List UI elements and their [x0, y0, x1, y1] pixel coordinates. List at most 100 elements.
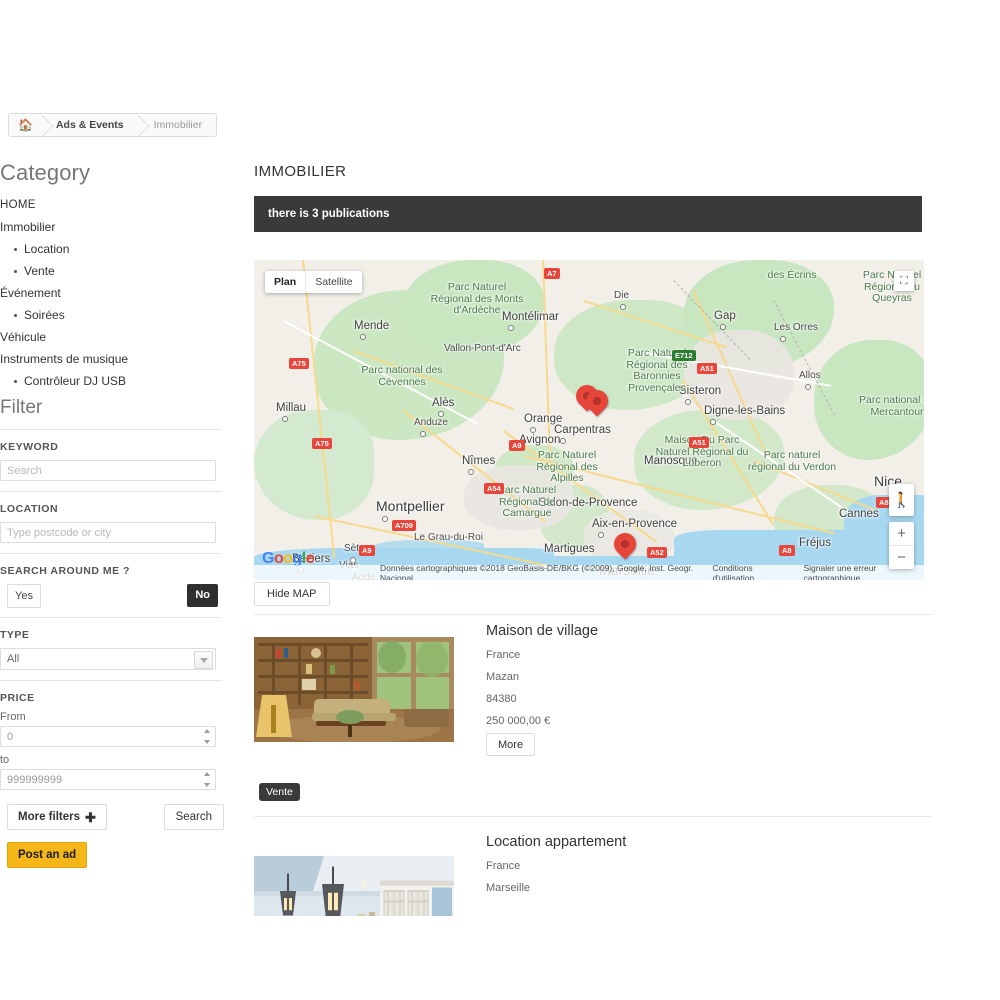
listing-city: Marseille: [486, 882, 531, 894]
map-green-region: [254, 410, 374, 520]
sidebar-item-location[interactable]: Location: [14, 238, 224, 260]
map-pin-hole: [621, 540, 629, 548]
marker-carpentras-b[interactable]: [581, 385, 613, 420]
search-input[interactable]: [0, 460, 216, 481]
listing-more-button[interactable]: More: [486, 733, 536, 756]
map-type-plan[interactable]: Plan: [265, 271, 305, 293]
breadcrumb-item-ads-events[interactable]: Ads & Events: [41, 114, 138, 136]
map-city-dot: [382, 516, 388, 522]
divider: [0, 680, 222, 681]
divider: [0, 429, 222, 430]
map-pin-hole: [593, 397, 601, 405]
sidebar-item-controleur-dj-usb[interactable]: Contrôleur DJ USB: [14, 370, 224, 392]
map-place-label: Anduze: [414, 417, 448, 428]
listing-item[interactable]: Maison de village France Mazan 84380 250…: [254, 623, 932, 812]
divider: [254, 614, 932, 615]
map-type-satellite[interactable]: Satellite: [305, 271, 361, 293]
map-place-label: Alès: [432, 397, 455, 409]
divider: [0, 617, 222, 618]
map-container[interactable]: Mende Millau Alès Anduze Montpellier Béziers S…: [254, 260, 924, 580]
sidebar-item-label: Soirées: [24, 308, 65, 322]
sidebar-item-soirees[interactable]: Soirées: [14, 304, 224, 326]
hide-map-button[interactable]: Hide MAP: [254, 582, 330, 606]
map-place-label: Carpentras: [554, 424, 611, 436]
sidebar-item-label: HOME: [0, 199, 36, 211]
map-attribution-text: Données cartographiques ©2018 GeoBasis-D…: [380, 562, 694, 581]
sidebar-item-immobilier[interactable]: Immobilier: [0, 216, 224, 238]
map-city-dot: [620, 304, 626, 310]
more-filters-label: More filters: [18, 811, 80, 823]
listing-photo-living-room[interactable]: [254, 637, 454, 742]
map-road-shield: A75: [312, 438, 332, 449]
listing-photo-svg: [254, 856, 454, 916]
map-place-label: Le Grau-du-Roi: [414, 532, 483, 543]
fullscreen-icon[interactable]: ⛶: [894, 271, 914, 291]
post-an-ad-button[interactable]: Post an ad: [7, 842, 88, 868]
map-park-label: Parc naturel régional du Verdon: [747, 449, 837, 473]
filter-panel: Filter KEYWORD LOCATION SEARCH AROUND ME…: [0, 397, 224, 868]
sidebar-item-vente[interactable]: Vente: [14, 260, 224, 282]
map-place-label: Nîmes: [462, 455, 496, 467]
marker-marseille[interactable]: [609, 528, 641, 563]
sidebar: Category HOME Immobilier Location Vente …: [0, 160, 224, 392]
type-select[interactable]: All: [0, 648, 216, 670]
map-attribution-bar: Données cartographiques ©2018 GeoBasis-D…: [254, 562, 924, 581]
divider: [0, 491, 222, 492]
map-type-switcher[interactable]: Plan Satellite: [265, 271, 362, 293]
map-place-label: Fréjus: [799, 537, 831, 549]
around-me-yes-button[interactable]: Yes: [7, 584, 41, 608]
map-city-dot: [360, 334, 366, 340]
map-city-dot: [685, 399, 691, 405]
breadcrumb-item-immobilier[interactable]: Immobilier: [137, 114, 217, 136]
map-park-label: Parc national des Cévennes: [361, 364, 443, 388]
sidebar-item-home[interactable]: HOME: [0, 194, 224, 216]
zoom-out-button[interactable]: −: [889, 546, 914, 569]
price-from-label: From: [0, 711, 26, 723]
sidebar-item-instruments[interactable]: Instruments de musique: [0, 348, 224, 370]
map-place-label: Gap: [714, 310, 736, 322]
map-road-shield: A75: [289, 358, 309, 369]
map-zoom-controls[interactable]: + −: [889, 522, 914, 569]
price-to-input[interactable]: [0, 769, 216, 790]
sidebar-item-label: Vente: [24, 264, 55, 278]
map-city-dot: [598, 532, 604, 538]
category-list: HOME Immobilier Location Vente Événement…: [0, 194, 224, 392]
zoom-in-button[interactable]: +: [889, 522, 914, 546]
location-input[interactable]: [0, 522, 216, 543]
map-terms-link[interactable]: Conditions d'utilisation: [712, 563, 789, 581]
breadcrumb: 🏠 Ads & Events Immobilier: [8, 113, 218, 137]
map-park-label: des Écrins: [767, 269, 817, 281]
keyword-label: KEYWORD: [0, 441, 59, 453]
price-from-stepper[interactable]: [203, 729, 211, 744]
street-view-icon[interactable]: 🚶: [889, 484, 914, 516]
price-from-input[interactable]: [0, 726, 216, 747]
map-canvas[interactable]: Mende Millau Alès Anduze Montpellier Béziers S…: [254, 260, 924, 580]
price-to-stepper[interactable]: [203, 772, 211, 787]
chevron-down-icon[interactable]: [194, 651, 213, 669]
sidebar-sublist-instruments: Contrôleur DJ USB: [0, 370, 224, 392]
breadcrumb-home[interactable]: 🏠: [9, 114, 42, 136]
more-filters-button[interactable]: More filters ✚: [7, 804, 107, 830]
listing-item[interactable]: Location appartement France Marseille: [254, 834, 932, 938]
around-me-no-button[interactable]: No: [187, 584, 218, 607]
map-park-label: Parc Naturel Régional des Alpilles: [536, 449, 598, 484]
sidebar-item-vehicule[interactable]: Véhicule: [0, 326, 224, 348]
listing-photo-kitchen[interactable]: [254, 856, 454, 916]
listing-country: France: [486, 649, 521, 661]
map-place-label: Mende: [354, 320, 390, 332]
page-title: IMMOBILIER: [254, 163, 347, 180]
map-road-shield: A52: [647, 547, 667, 558]
map-road-shield: A9: [359, 545, 375, 556]
price-to-label: to: [0, 754, 10, 766]
listing-title[interactable]: Maison de village: [486, 623, 598, 639]
breadcrumb-label: Ads & Events: [55, 119, 124, 131]
search-around-me-label: SEARCH AROUND ME ?: [0, 565, 130, 577]
listing-postcode: 84380: [486, 693, 517, 705]
price-to-wrap: [0, 769, 216, 790]
divider: [254, 816, 932, 817]
sidebar-item-label: Location: [24, 242, 70, 256]
listing-title[interactable]: Location appartement: [486, 834, 626, 850]
search-around-me-toggle: Yes No: [0, 584, 218, 608]
search-button[interactable]: Search: [163, 804, 224, 830]
sidebar-item-evenement[interactable]: Événement: [0, 282, 224, 304]
